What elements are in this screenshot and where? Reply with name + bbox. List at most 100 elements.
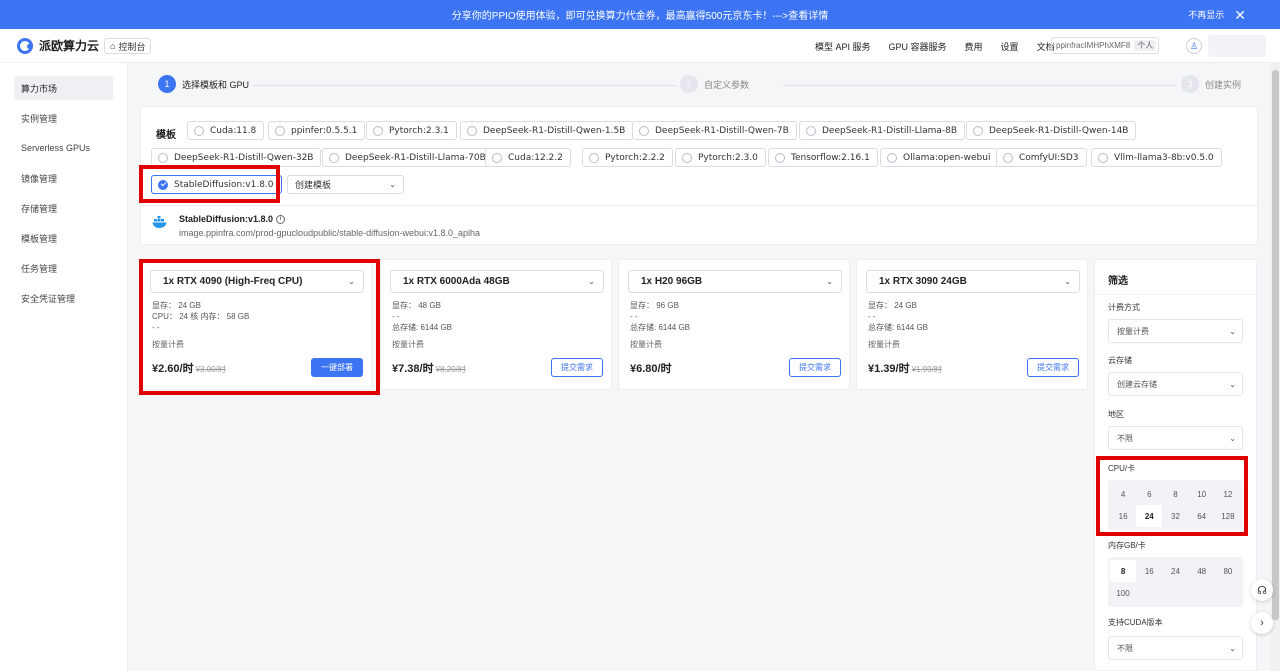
cpu-option[interactable]: 64 [1189, 505, 1215, 527]
nav-billing[interactable]: 费用 [965, 40, 983, 53]
gpu-card-rtx3090[interactable]: 1x RTX 3090 24GB ⌄ 显存： 24 GB - - 总存储: 614… [856, 259, 1088, 390]
announcement-banner: 分享你的PPIO使用体验，即可兑换算力代金券，最高赢得500元京东卡！--->查… [0, 0, 1280, 29]
template-chip[interactable]: Cuda:11.8 [187, 121, 265, 140]
gpu-card-rtx6000ada[interactable]: 1x RTX 6000Ada 48GB ⌄ 显存： 48 GB - - 总存储: … [380, 259, 612, 390]
create-template-select[interactable]: 创建模板 ⌄ [287, 175, 404, 194]
gpu-variant-select[interactable]: 1x RTX 6000Ada 48GB ⌄ [390, 270, 604, 293]
chip-label: Pytorch:2.3.0 [698, 152, 758, 163]
template-chip[interactable]: Vllm-llama3-8b:v0.5.0 [1091, 148, 1222, 167]
submit-request-button[interactable]: 提交需求 [789, 358, 841, 377]
memory-option[interactable]: 80 [1215, 560, 1241, 582]
cpu-option[interactable]: 4 [1110, 483, 1136, 505]
close-icon[interactable]: ✕ [1234, 8, 1246, 22]
memory-option[interactable]: 24 [1162, 560, 1188, 582]
billing-filter-select[interactable]: 按量计费 ⌄ [1108, 319, 1243, 343]
gpu-variant-select[interactable]: 1x RTX 4090 (High-Freq CPU) ⌄ [150, 270, 364, 293]
console-button[interactable]: ⌂ 控制台 [104, 38, 152, 54]
sidebar-item-market[interactable]: 算力市场 [14, 76, 113, 100]
submit-request-button[interactable]: 提交需求 [1027, 358, 1079, 377]
template-chip[interactable]: DeepSeek-R1-Distill-Llama-8B [799, 121, 966, 140]
expand-button[interactable]: › [1251, 612, 1273, 634]
step-create-instance[interactable]: 3 创建实例 [1181, 75, 1246, 93]
template-chip[interactable]: DeepSeek-R1-Distill-Llama-70B [322, 148, 494, 167]
memory-option[interactable]: 48 [1189, 560, 1215, 582]
chevron-down-icon: ⌄ [826, 277, 833, 286]
gpu-price: ¥7.38/时 ¥8.20/时 [392, 360, 466, 376]
template-chip[interactable]: ComfyUI:SD3 [996, 148, 1087, 167]
cpu-option[interactable]: 6 [1136, 483, 1162, 505]
sidebar-item-templates[interactable]: 模板管理 [14, 226, 113, 250]
template-chip-selected[interactable]: StableDiffusion:v1.8.0 [151, 175, 282, 194]
cpu-option[interactable]: 128 [1215, 505, 1241, 527]
cpu-option[interactable]: 8 [1162, 483, 1188, 505]
account-switcher[interactable]: ppinfracIMHPhXMF8 个人 ⇄ [1051, 37, 1159, 54]
cpu-option-selected[interactable]: 24 [1136, 505, 1163, 527]
step-label: 创建实例 [1205, 79, 1242, 90]
deploy-button[interactable]: 一键部署 [311, 358, 363, 377]
template-chip[interactable]: Pytorch:2.3.0 [675, 148, 766, 167]
cpu-option[interactable]: 16 [1110, 505, 1136, 527]
gpu-card-h20[interactable]: 1x H20 96GB ⌄ 显存： 96 GB - - 总存储: 6144 GB … [618, 259, 850, 390]
cpu-option[interactable]: 32 [1162, 505, 1188, 527]
chip-label: DeepSeek-R1-Distill-Qwen-7B [655, 125, 789, 136]
sidebar-item-tasks[interactable]: 任务管理 [14, 256, 113, 280]
radio-icon [589, 152, 599, 163]
sidebar-item-images[interactable]: 镜像管理 [14, 166, 113, 190]
step-custom-params[interactable]: 2 自定义参数 [680, 75, 754, 93]
select-value: 按量计费 [1117, 326, 1149, 336]
sidebar-item-credentials[interactable]: 安全凭证管理 [14, 286, 113, 310]
user-name-box[interactable] [1208, 35, 1266, 57]
memory-option[interactable]: 100 [1110, 582, 1136, 604]
banner-message[interactable]: 分享你的PPIO使用体验，即可兑换算力代金券，最高赢得500元京东卡！--->查… [452, 7, 828, 22]
memory-option-selected[interactable]: 8 [1110, 560, 1137, 582]
cpu-option-grid: 4 6 8 10 12 16 24 32 64 128 [1108, 480, 1243, 530]
cpu-option[interactable]: 12 [1215, 483, 1241, 505]
template-chip[interactable]: Tensorflow:2.16.1 [768, 148, 878, 167]
image-name: StableDiffusion:v1.8.0 [179, 214, 274, 224]
gpu-variant-select[interactable]: 1x H20 96GB ⌄ [628, 270, 842, 293]
template-chip[interactable]: DeepSeek-R1-Distill-Qwen-32B [151, 148, 322, 167]
sidebar-item-serverless[interactable]: Serverless GPUs [14, 136, 113, 160]
radio-icon [973, 125, 983, 136]
nav-gpu-container[interactable]: GPU 容器服务 [889, 40, 947, 53]
banner-dismiss-button[interactable]: 不再显示 [1188, 8, 1224, 21]
template-chip[interactable]: Cuda:12.2.2 [485, 148, 571, 167]
region-filter-select[interactable]: 不限 ⌄ [1108, 426, 1243, 450]
submit-request-button[interactable]: 提交需求 [551, 358, 603, 377]
cuda-filter-select[interactable]: 不限 ⌄ [1108, 636, 1243, 660]
region-filter-label: 地区 [1108, 410, 1124, 419]
storage-filter-select[interactable]: 创建云存储 ⌄ [1108, 372, 1243, 396]
memory-option[interactable]: 16 [1136, 560, 1162, 582]
console-label: 控制台 [118, 41, 146, 52]
gpu-card-rtx4090[interactable]: 1x RTX 4090 (High-Freq CPU) ⌄ 显存： 24 GB C… [140, 259, 372, 390]
gpu-variant-select[interactable]: 1x RTX 3090 24GB ⌄ [866, 270, 1080, 293]
template-chip[interactable]: DeepSeek-R1-Distill-Qwen-7B [632, 121, 797, 140]
template-chip[interactable]: Pytorch:2.2.2 [582, 148, 673, 167]
cpu-option[interactable]: 10 [1189, 483, 1215, 505]
step-select-template[interactable]: 1 选择模板和 GPU [158, 75, 254, 93]
template-chip[interactable]: DeepSeek-R1-Distill-Qwen-1.5B [460, 121, 634, 140]
page-scrollbar-thumb[interactable] [1272, 70, 1279, 620]
check-icon [158, 179, 168, 190]
chevron-down-icon: ⌄ [588, 277, 595, 286]
nav-model-api[interactable]: 模型 API 服务 [815, 40, 871, 53]
gpu-price: ¥2.60/时 ¥3.00/时 [152, 360, 226, 376]
nav-settings[interactable]: 设置 [1001, 40, 1019, 53]
gpu-spec-line: - - [868, 312, 876, 321]
info-icon[interactable]: i [276, 214, 286, 224]
brand-logo[interactable]: 派欧算力云 [17, 37, 99, 54]
sidebar-item-storage[interactable]: 存储管理 [14, 196, 113, 220]
image-title: StableDiffusion:v1.8.0 i [179, 214, 286, 224]
billing-mode: 按量计费 [152, 340, 184, 349]
chip-label: Tensorflow:2.16.1 [791, 152, 870, 163]
template-chip[interactable]: Ollama:open-webui [880, 148, 999, 167]
avatar[interactable]: ♙ [1186, 38, 1202, 54]
support-button[interactable]: ☊ [1251, 579, 1273, 601]
original-price: ¥1.99/时 [911, 365, 942, 374]
image-url: image.ppinfra.com/prod-gpucloudpublic/st… [179, 228, 481, 238]
radio-icon [806, 125, 816, 136]
sidebar-item-instances[interactable]: 实例管理 [14, 106, 113, 130]
template-chip[interactable]: DeepSeek-R1-Distill-Qwen-14B [966, 121, 1137, 140]
template-chip[interactable]: ppinfer:0.5.5.1 [268, 121, 366, 140]
template-chip[interactable]: Pytorch:2.3.1 [366, 121, 457, 140]
